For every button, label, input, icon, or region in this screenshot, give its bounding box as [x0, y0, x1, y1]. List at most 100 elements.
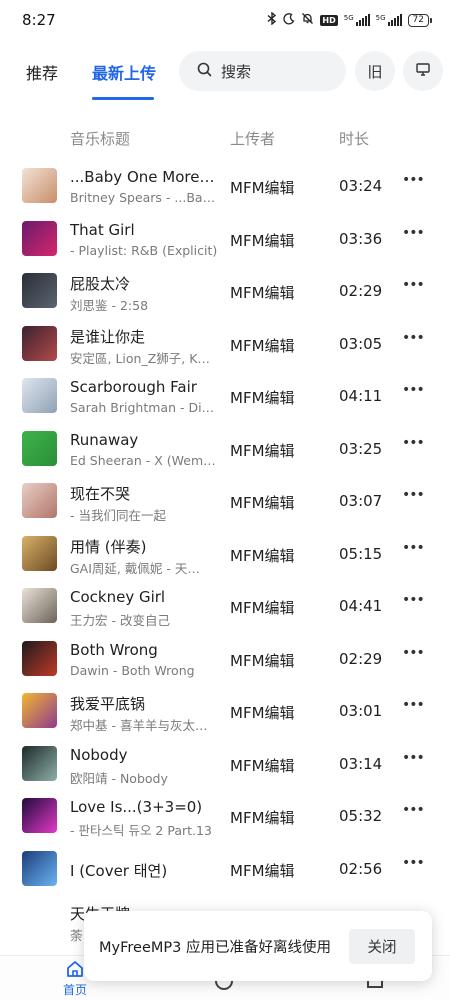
- song-duration: 03:24: [339, 177, 383, 195]
- song-uploader: MFM编辑: [230, 284, 295, 302]
- album-cover: [22, 273, 57, 308]
- song-row[interactable]: Nobody 欧阳靖 - Nobody MFM编辑 03:14 •••: [0, 738, 450, 791]
- song-row[interactable]: Scarborough Fair Sarah Brightman - Di… M…: [0, 370, 450, 423]
- song-uploader: MFM编辑: [230, 861, 295, 880]
- more-icon[interactable]: •••: [402, 277, 425, 303]
- top-nav: 推荐 最新上传 搜索 旧: [0, 46, 450, 100]
- song-uploader: MFM编辑: [230, 389, 295, 407]
- song-title: I (Cover 태연): [70, 861, 168, 880]
- song-artist: Sarah Brightman - Di…: [70, 400, 215, 415]
- song-list: ...Baby One More Time Britney Spears - .…: [0, 160, 450, 948]
- tab-recommend[interactable]: 推荐: [26, 60, 58, 84]
- song-artist: Britney Spears - ...Baby One More Time: [70, 190, 218, 205]
- signal-icon-2: 5G: [376, 14, 402, 26]
- album-cover: [22, 220, 57, 256]
- column-title: 音乐标题: [70, 130, 131, 148]
- more-icon[interactable]: •••: [402, 172, 425, 198]
- tab-latest-upload[interactable]: 最新上传: [92, 60, 156, 84]
- album-cover: [22, 693, 57, 728]
- search-placeholder: 搜索: [221, 62, 252, 81]
- song-duration: 02:56: [339, 859, 383, 878]
- song-row[interactable]: ...Baby One More Time Britney Spears - .…: [0, 160, 450, 213]
- song-duration: 03:05: [339, 334, 383, 353]
- song-row[interactable]: 现在不哭 - 当我们同在一起 MFM编辑 03:07 •••: [0, 475, 450, 528]
- song-duration: 04:11: [339, 387, 383, 405]
- moon-icon: [283, 12, 295, 28]
- more-icon[interactable]: •••: [402, 382, 425, 408]
- status-icons: HD 5G 5G 72: [267, 11, 432, 28]
- song-uploader: MFM编辑: [230, 809, 295, 827]
- more-icon[interactable]: •••: [402, 330, 425, 356]
- song-row[interactable]: I (Cover 태연) MFM编辑 02:56 •••: [0, 843, 450, 896]
- more-icon[interactable]: •••: [402, 592, 425, 618]
- song-artist: 王力宏 - 改变自己: [70, 613, 170, 628]
- song-row[interactable]: Cockney Girl 王力宏 - 改变自己 MFM编辑 04:41 •••: [0, 580, 450, 633]
- song-artist: 郑中基 - 喜羊羊与灰太…: [70, 718, 208, 733]
- song-uploader: MFM编辑: [230, 179, 295, 197]
- column-header: 音乐标题 上传者 时长: [0, 128, 450, 148]
- album-cover: [22, 745, 57, 781]
- signal-icon: 5G: [344, 14, 370, 26]
- song-duration: 02:29: [339, 649, 383, 668]
- home-icon: [66, 960, 84, 980]
- song-artist: GAI周延, 戴佩妮 - 天…: [70, 560, 200, 576]
- battery-level: 72: [407, 13, 429, 27]
- more-icon[interactable]: •••: [402, 802, 425, 828]
- status-bar: 8:27 HD 5G 5G 72: [0, 0, 450, 40]
- offline-ready-toast: MyFreeMP3 应用已准备好离线使用 关闭: [84, 911, 432, 981]
- bluetooth-icon: [267, 11, 277, 28]
- album-cover: [22, 798, 57, 833]
- song-uploader: MFM编辑: [230, 651, 295, 670]
- album-cover: [22, 850, 57, 886]
- album-cover: [22, 535, 57, 571]
- more-icon[interactable]: •••: [402, 645, 425, 671]
- song-title: Nobody: [70, 745, 128, 764]
- song-duration: 03:36: [339, 229, 383, 248]
- song-title: Runaway: [70, 430, 139, 449]
- search-input[interactable]: 搜索: [179, 51, 346, 91]
- more-icon[interactable]: •••: [402, 750, 425, 776]
- song-artist: Ed Sheeran - X (Wem…: [70, 452, 216, 468]
- song-row[interactable]: Runaway Ed Sheeran - X (Wem… MFM编辑 03:25…: [0, 423, 450, 476]
- song-duration: 03:07: [339, 492, 383, 510]
- song-artist: 欧阳靖 - Nobody: [70, 770, 168, 786]
- old-version-button[interactable]: 旧: [355, 51, 395, 91]
- song-duration: 05:32: [339, 807, 383, 825]
- song-title: That Girl: [70, 220, 135, 239]
- song-artist: 安定區, Lion_Z狮子, K…: [70, 350, 210, 366]
- song-duration: 03:14: [339, 754, 383, 773]
- song-duration: 04:41: [339, 597, 383, 615]
- search-icon: [197, 62, 212, 81]
- more-icon[interactable]: •••: [402, 540, 425, 566]
- song-row[interactable]: 我爱平底锅 郑中基 - 喜羊羊与灰太… MFM编辑 03:01 •••: [0, 685, 450, 738]
- more-icon[interactable]: •••: [402, 697, 425, 723]
- screen-button[interactable]: [403, 51, 443, 91]
- more-icon[interactable]: •••: [402, 487, 425, 513]
- song-title: 现在不哭: [70, 485, 131, 503]
- song-row[interactable]: 用情 (伴奏) GAI周延, 戴佩妮 - 天… MFM编辑 05:15 •••: [0, 528, 450, 581]
- song-uploader: MFM编辑: [230, 704, 295, 722]
- song-title: Love Is...(3+3=0): [70, 798, 203, 816]
- song-uploader: MFM编辑: [230, 231, 295, 250]
- song-title: ...Baby One More Time: [70, 168, 218, 186]
- more-icon[interactable]: •••: [402, 225, 425, 251]
- song-row[interactable]: Love Is...(3+3=0) - 판타스틱 듀오 2 Part.13 MF…: [0, 790, 450, 843]
- toast-close-button[interactable]: 关闭: [349, 929, 415, 964]
- song-row[interactable]: Both Wrong Dawin - Both Wrong MFM编辑 02:2…: [0, 633, 450, 686]
- more-icon[interactable]: •••: [402, 855, 425, 881]
- song-row[interactable]: That Girl - Playlist: R&B (Explicit) MFM…: [0, 213, 450, 266]
- album-cover: [22, 588, 57, 623]
- song-duration: 05:15: [339, 544, 383, 563]
- column-duration: 时长: [339, 130, 370, 148]
- song-title: Both Wrong: [70, 640, 158, 659]
- song-row[interactable]: 屁股太冷 刘思鉴 - 2:58 MFM编辑 02:29 •••: [0, 265, 450, 318]
- song-title: Cockney Girl: [70, 588, 166, 606]
- song-duration: 02:29: [339, 282, 383, 300]
- song-uploader: MFM编辑: [230, 336, 295, 355]
- song-uploader: MFM编辑: [230, 756, 295, 775]
- song-title: Scarborough Fair: [70, 378, 197, 396]
- album-cover: [22, 430, 57, 466]
- song-row[interactable]: 是谁让你走 安定區, Lion_Z狮子, K… MFM编辑 03:05 •••: [0, 318, 450, 371]
- active-tab-indicator: [92, 97, 154, 100]
- more-icon[interactable]: •••: [402, 435, 425, 461]
